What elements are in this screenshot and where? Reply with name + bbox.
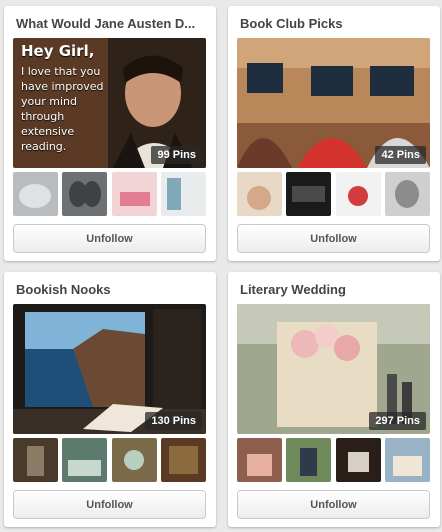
unfollow-button[interactable]: Unfollow — [237, 224, 430, 253]
board-title[interactable]: Literary Wedding — [240, 282, 430, 297]
thumbnail[interactable] — [384, 438, 430, 482]
quote-line: your mind — [21, 95, 77, 108]
quote-line: I love that you — [21, 65, 101, 78]
board-cover-image[interactable]: 42 Pins — [237, 38, 430, 168]
quote-line: have improved — [21, 80, 104, 93]
thumbnail[interactable] — [13, 438, 58, 482]
quote-line: extensive — [21, 125, 75, 138]
quote-heading: Hey Girl, — [21, 42, 95, 60]
thumbnail[interactable] — [111, 438, 157, 482]
cover-quote: Hey Girl, I love that you have improved … — [21, 42, 111, 154]
board-card: Literary Wedding 297 Pins Unfollow — [228, 272, 440, 527]
board-title[interactable]: Book Club Picks — [240, 16, 430, 31]
thumbnail-strip — [237, 172, 430, 216]
thumbnail-strip — [237, 438, 430, 482]
pin-count-badge: 99 Pins — [151, 146, 202, 164]
unfollow-button[interactable]: Unfollow — [13, 490, 206, 519]
unfollow-button[interactable]: Unfollow — [237, 490, 430, 519]
thumbnail[interactable] — [286, 438, 332, 482]
quote-line: reading. — [21, 140, 67, 153]
thumbnail[interactable] — [13, 172, 58, 216]
thumbnail[interactable] — [62, 172, 108, 216]
thumbnail[interactable] — [160, 438, 206, 482]
thumbnail[interactable] — [335, 172, 381, 216]
quote-line: through — [21, 110, 65, 123]
board-title[interactable]: What Would Jane Austen D... — [16, 16, 206, 31]
pin-count-badge: 297 Pins — [369, 412, 426, 430]
thumbnail[interactable] — [62, 438, 108, 482]
thumbnail-strip — [13, 438, 206, 482]
board-cover-image[interactable]: 297 Pins — [237, 304, 430, 434]
pin-count-badge: 130 Pins — [145, 412, 202, 430]
thumbnail[interactable] — [384, 172, 430, 216]
thumbnail[interactable] — [160, 172, 206, 216]
thumbnail[interactable] — [237, 172, 282, 216]
thumbnail[interactable] — [335, 438, 381, 482]
board-card: What Would Jane Austen D... Hey Girl, I … — [4, 6, 216, 261]
thumbnail-strip — [13, 172, 206, 216]
board-card: Book Club Picks 42 Pins Unfollow — [228, 6, 440, 261]
board-cover-image[interactable]: Hey Girl, I love that you have improved … — [13, 38, 206, 168]
board-card: Bookish Nooks 130 Pins Unfollow — [4, 272, 216, 527]
pin-count-badge: 42 Pins — [375, 146, 426, 164]
board-cover-image[interactable]: 130 Pins — [13, 304, 206, 434]
thumbnail[interactable] — [111, 172, 157, 216]
thumbnail[interactable] — [286, 172, 332, 216]
thumbnail[interactable] — [237, 438, 282, 482]
unfollow-button[interactable]: Unfollow — [13, 224, 206, 253]
board-title[interactable]: Bookish Nooks — [16, 282, 206, 297]
